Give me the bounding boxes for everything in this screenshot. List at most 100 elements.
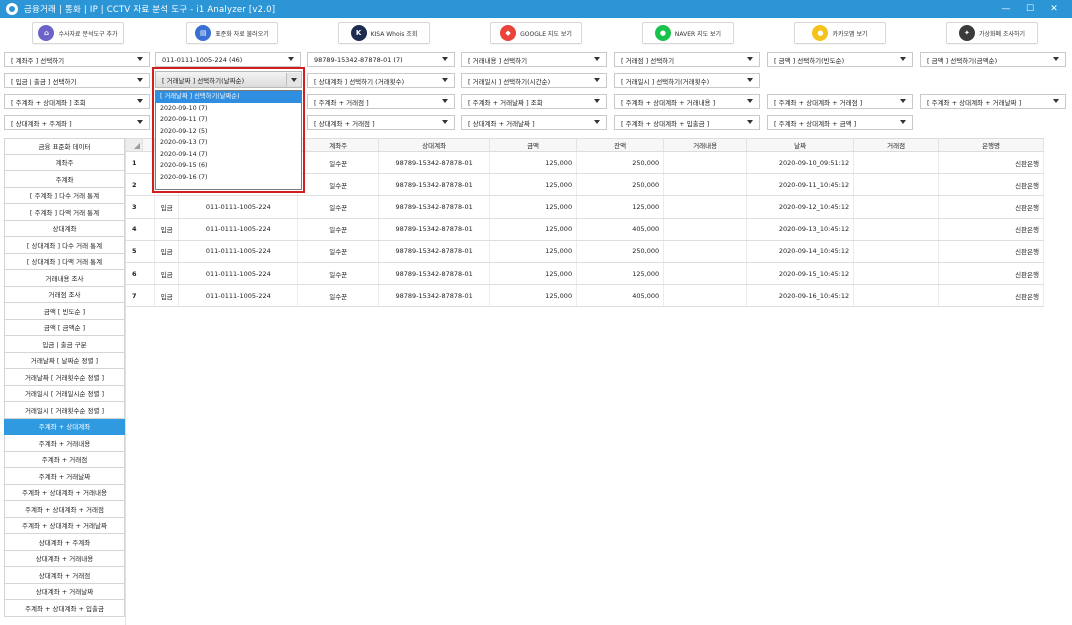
amount-frequency-select[interactable]: [ 금액 ] 선택하기(빈도순) xyxy=(767,52,913,67)
table-cell[interactable]: 일수꾼 xyxy=(298,240,380,262)
row-number[interactable]: 5 xyxy=(126,240,155,262)
sidebar-item[interactable]: 주계좌 + 상대계좌 xyxy=(4,418,125,435)
table-cell[interactable]: 신판은행 xyxy=(939,240,1045,262)
row-number[interactable]: 4 xyxy=(126,218,155,240)
table-cell[interactable]: 125,000 xyxy=(490,218,578,240)
maximize-button[interactable]: ☐ xyxy=(1018,0,1042,18)
table-cell[interactable]: 125,000 xyxy=(490,174,578,196)
table-cell[interactable]: 2020-09-12_10:45:12 xyxy=(747,196,855,218)
table-cell[interactable] xyxy=(854,152,940,174)
vertical-scrollbar[interactable] xyxy=(1044,138,1054,625)
table-cell[interactable]: 125,000 xyxy=(577,196,665,218)
table-cell[interactable]: 011-0111-1005-224 xyxy=(179,285,299,307)
column-header[interactable]: 금액 xyxy=(490,139,578,151)
table-cell[interactable]: 입금 xyxy=(155,240,180,262)
column-header[interactable]: 은행명 xyxy=(939,139,1044,151)
table-cell[interactable] xyxy=(664,285,748,307)
table-cell[interactable]: 2020-09-14_10:45:12 xyxy=(747,240,855,262)
kisa-whois-button[interactable]: K KISA Whois 조회 xyxy=(338,22,430,44)
sidebar-item[interactable]: [ 주계좌 ] 다액 거래 통계 xyxy=(4,204,125,221)
table-cell[interactable]: 98789-15342-87878-01 xyxy=(379,196,491,218)
sidebar-item[interactable]: 금액 [ 빈도순 ] xyxy=(4,303,125,320)
table-cell[interactable] xyxy=(854,174,940,196)
branch-select[interactable]: [ 거래점 ] 선택하기 xyxy=(614,52,760,67)
column-header[interactable]: 계좌주 xyxy=(298,139,380,151)
table-row[interactable]: 5 입금 011-0111-1005-224 일수꾼 98789-15342-87878… xyxy=(126,240,1045,263)
sidebar-item[interactable]: 상대계좌 + 주계좌 xyxy=(4,534,125,551)
sidebar-item[interactable]: 주계좌 + 상대계좌 + 거래점 xyxy=(4,501,125,518)
table-cell[interactable]: 98789-15342-87878-01 xyxy=(379,152,491,174)
table-cell[interactable]: 125,000 xyxy=(490,285,578,307)
sidebar-item[interactable]: 금융 표준화 데이터 xyxy=(4,138,125,155)
table-cell[interactable]: 신판은행 xyxy=(939,218,1045,240)
main-counterpart-date-query[interactable]: [ 주계좌 + 상대계좌 + 거래날짜 ] xyxy=(920,94,1066,109)
counterpart-date-query[interactable]: [ 상대계좌 + 거래날짜 ] xyxy=(461,115,607,130)
table-row[interactable]: 4 입금 011-0111-1005-224 일수꾼 98789-15342-87878… xyxy=(126,218,1045,241)
table-cell[interactable]: 2020-09-16_10:45:12 xyxy=(747,285,855,307)
table-cell[interactable]: 405,000 xyxy=(577,285,665,307)
counterpart-account-select[interactable]: 98789-15342-87878-01 (7) xyxy=(307,52,455,67)
table-cell[interactable] xyxy=(664,152,748,174)
sidebar-item[interactable]: 상대계좌 + 거래점 xyxy=(4,567,125,584)
table-cell[interactable]: 일수꾼 xyxy=(298,196,380,218)
row-number[interactable]: 6 xyxy=(126,262,155,285)
table-cell[interactable] xyxy=(854,285,940,307)
crypto-investigation-button[interactable]: ✦ 가상화폐 조사하기 xyxy=(946,22,1038,44)
sidebar-item[interactable]: 주계좌 + 상대계좌 + 거래날짜 xyxy=(4,517,125,534)
table-cell[interactable]: 250,000 xyxy=(577,240,665,262)
main-account-select[interactable]: 011-0111-1005-224 (46) xyxy=(155,52,301,67)
table-cell[interactable]: 입금 xyxy=(155,218,180,240)
table-cell[interactable]: 일수꾼 xyxy=(298,262,380,285)
table-cell[interactable]: 011-0111-1005-224 xyxy=(179,218,299,240)
load-standard-data-button[interactable]: ▤ 표준화 자료 불러오기 xyxy=(186,22,278,44)
table-cell[interactable] xyxy=(664,174,748,196)
row-number[interactable]: 2 xyxy=(126,174,155,196)
table-cell[interactable]: 125,000 xyxy=(490,262,578,285)
sidebar-item[interactable]: 상대계좌 + 거래날짜 xyxy=(4,583,125,600)
table-cell[interactable]: 2020-09-10_09:51:12 xyxy=(747,152,855,174)
table-cell[interactable] xyxy=(664,218,748,240)
table-cell[interactable] xyxy=(854,196,940,218)
main-counterpart-deposit-query[interactable]: [ 주계좌 + 상대계좌 + 입출금 ] xyxy=(614,115,760,130)
table-row[interactable]: 3 입금 011-0111-1005-224 일수꾼 98789-15342-87878… xyxy=(126,196,1045,219)
sidebar-item[interactable]: 거래내용 조사 xyxy=(4,270,125,287)
table-cell[interactable]: 입금 xyxy=(155,285,180,307)
table-cell[interactable]: 011-0111-1005-224 xyxy=(179,240,299,262)
sidebar-item[interactable]: 상대계좌 + 거래내용 xyxy=(4,550,125,567)
row-number[interactable]: 3 xyxy=(126,196,155,218)
main-date-query[interactable]: [ 주계좌 + 거래날짜 ] 조회 xyxy=(461,94,607,109)
sidebar-item[interactable]: 주계좌 + 거래날짜 xyxy=(4,468,125,485)
column-header[interactable]: 잔액 xyxy=(577,139,665,151)
sidebar-item[interactable]: 거래날짜 [ 날짜순 정렬 ] xyxy=(4,352,125,369)
table-cell[interactable]: 입금 xyxy=(155,262,180,285)
table-cell[interactable]: 2020-09-13_10:45:12 xyxy=(747,218,855,240)
amount-value-select[interactable]: [ 금액 ] 선택하기(금액순) xyxy=(920,52,1066,67)
table-cell[interactable]: 98789-15342-87878-01 xyxy=(379,218,491,240)
table-row[interactable]: 6 입금 011-0111-1005-224 일수꾼 98789-15342-87878… xyxy=(126,262,1045,286)
datetime-time-select[interactable]: [ 거래일시 ] 선택하기(시간순) xyxy=(461,73,607,88)
table-cell[interactable]: 125,000 xyxy=(490,152,578,174)
sidebar-item[interactable]: 거래일시 [ 거래횟수순 정렬 ] xyxy=(4,402,125,419)
main-counterpart-content-query[interactable]: [ 주계좌 + 상대계좌 + 거래내용 ] xyxy=(614,94,760,109)
sidebar-item[interactable]: [ 주계좌 ] 다수 거래 통계 xyxy=(4,187,125,204)
table-cell[interactable]: 신판은행 xyxy=(939,262,1045,285)
table-cell[interactable]: 405,000 xyxy=(577,218,665,240)
column-header[interactable]: 상대계좌 xyxy=(379,139,491,151)
sidebar-item[interactable]: 계좌주 xyxy=(4,154,125,171)
row-number[interactable]: 1 xyxy=(126,152,155,174)
account-owner-select[interactable]: [ 계좌주 ] 선택하기 xyxy=(4,52,150,67)
main-counterpart-query[interactable]: [ 주계좌 + 상대계좌 ] 조회 xyxy=(4,94,150,109)
table-row[interactable]: 7 입금 011-0111-1005-224 일수꾼 98789-15342-87878… xyxy=(126,285,1045,308)
sidebar-item[interactable]: 주계좌 xyxy=(4,171,125,188)
table-cell[interactable] xyxy=(664,262,748,285)
google-map-button[interactable]: ◆ GOOGLE 지도 보기 xyxy=(490,22,582,44)
sidebar-item[interactable]: 거래날짜 [ 거래횟수순 정렬 ] xyxy=(4,369,125,386)
kakao-map-button[interactable]: ● 카카오맵 보기 xyxy=(794,22,886,44)
table-cell[interactable]: 011-0111-1005-224 xyxy=(179,262,299,285)
column-header[interactable]: 거래내용 xyxy=(664,139,748,151)
row-number[interactable]: 7 xyxy=(126,285,155,307)
table-cell[interactable] xyxy=(664,240,748,262)
sidebar-item[interactable]: 금액 [ 금액순 ] xyxy=(4,319,125,336)
main-counterpart-amount-query[interactable]: [ 주계좌 + 상대계좌 + 금액 ] xyxy=(767,115,913,130)
table-cell[interactable]: 125,000 xyxy=(490,196,578,218)
